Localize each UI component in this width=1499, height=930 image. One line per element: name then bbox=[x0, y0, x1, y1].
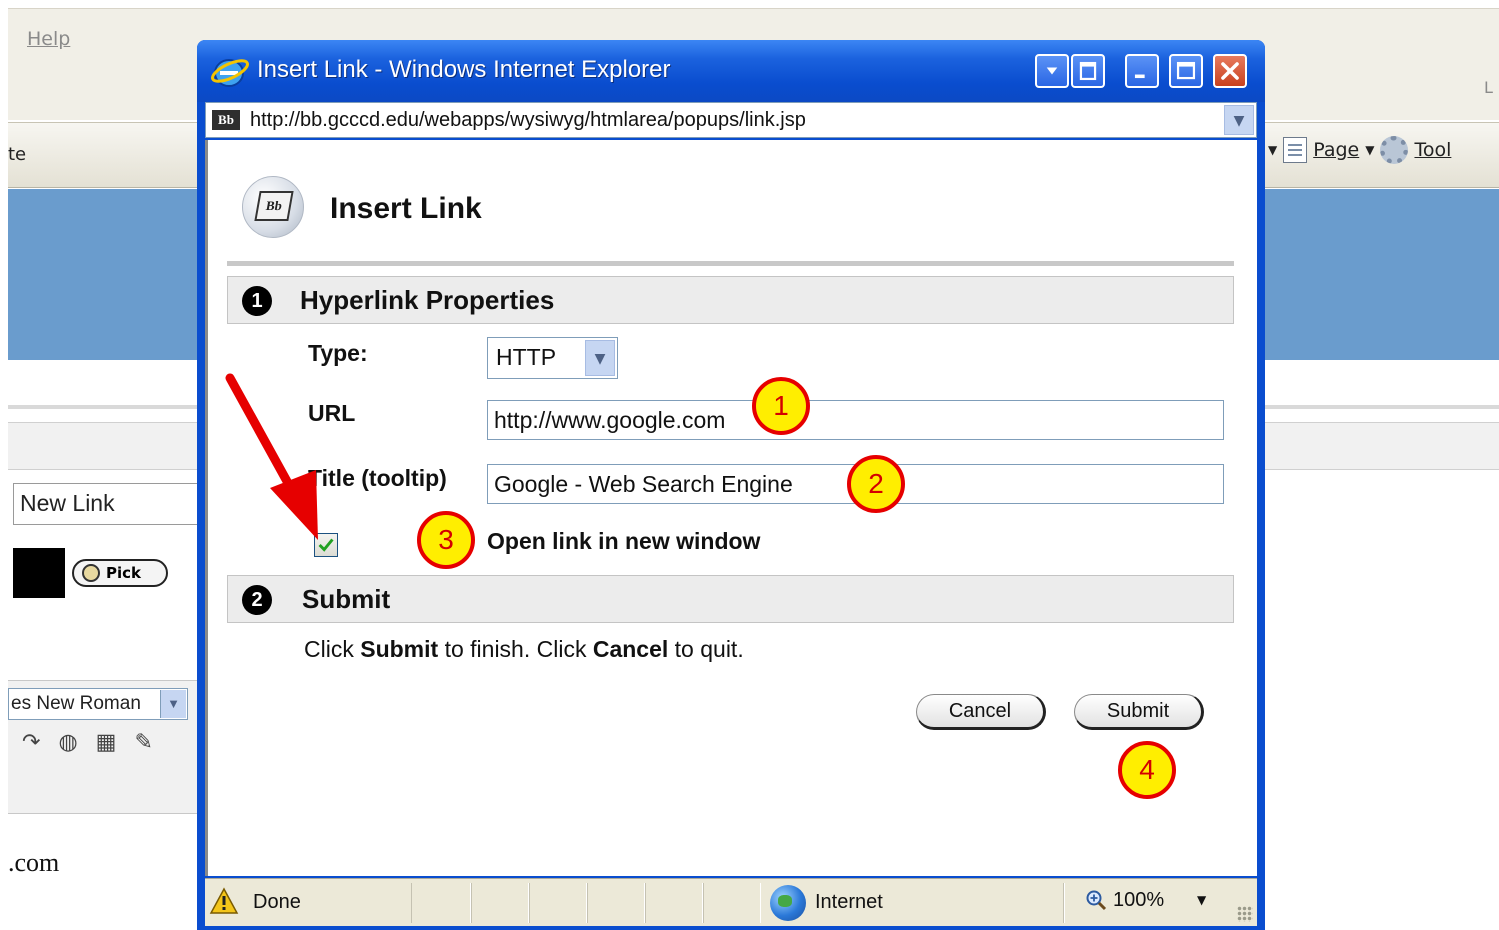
color-swatch[interactable] bbox=[13, 548, 65, 598]
chevron-down-icon[interactable]: ▼ bbox=[1268, 143, 1277, 157]
background-tab-partial[interactable]: te bbox=[8, 144, 26, 165]
url-input[interactable]: http://www.google.com bbox=[487, 400, 1224, 440]
tools-menu-button[interactable]: Tool bbox=[1414, 139, 1451, 161]
step-submit: 2 Submit bbox=[227, 575, 1234, 623]
maximize-button[interactable] bbox=[1169, 54, 1203, 88]
instruction-text: to quit. bbox=[668, 636, 744, 662]
window-title: Insert Link - Windows Internet Explorer bbox=[257, 56, 671, 83]
font-family-value: es New Roman bbox=[11, 693, 141, 714]
window-icon bbox=[1079, 61, 1097, 81]
step-hyperlink-properties: 1 Hyperlink Properties bbox=[227, 276, 1234, 324]
step-number-1: 1 bbox=[242, 286, 272, 316]
minimize-button[interactable] bbox=[1125, 54, 1159, 88]
page-menu-button[interactable]: Page bbox=[1313, 139, 1359, 161]
internet-zone-globe-icon bbox=[770, 885, 806, 921]
security-zone-text: Internet bbox=[815, 891, 883, 913]
instruction-cancel-word: Cancel bbox=[592, 636, 669, 662]
status-text: Done bbox=[253, 891, 301, 913]
page-icon bbox=[1283, 137, 1308, 163]
insert-link-icon: Bb bbox=[242, 176, 304, 238]
menu-partial: L bbox=[1484, 78, 1493, 97]
instruction-text: to finish. Click bbox=[438, 636, 593, 662]
table-icon[interactable]: ▦ bbox=[96, 730, 117, 755]
warning-icon[interactable] bbox=[209, 887, 239, 915]
type-select-value: HTTP bbox=[496, 344, 557, 370]
annotation-badge-1: 1 bbox=[752, 377, 810, 435]
chevron-down-icon[interactable]: ▼ bbox=[1224, 105, 1254, 135]
window-titlebar[interactable]: Insert Link - Windows Internet Explorer bbox=[197, 40, 1265, 102]
cancel-button[interactable]: Cancel bbox=[916, 694, 1046, 730]
redo-icon[interactable]: ↷ bbox=[22, 730, 40, 755]
maximize-icon bbox=[1176, 61, 1196, 80]
chevron-down-icon[interactable]: ▼ bbox=[1197, 893, 1206, 907]
type-select[interactable]: HTTP ▼ bbox=[487, 337, 618, 379]
step-title: Submit bbox=[302, 584, 391, 614]
window-restore-small-button[interactable] bbox=[1071, 54, 1105, 88]
chevron-down-icon[interactable]: ▼ bbox=[585, 340, 615, 376]
link-globe-icon[interactable]: ◍ bbox=[58, 730, 77, 755]
instruction-submit-word: Submit bbox=[360, 636, 439, 662]
step-title: Hyperlink Properties bbox=[300, 285, 555, 315]
zoom-level[interactable]: 100% bbox=[1113, 889, 1164, 912]
menu-help[interactable]: Help bbox=[27, 28, 70, 50]
font-family-select[interactable]: es New Roman ▼ bbox=[8, 688, 188, 720]
link-text-input[interactable]: New Link bbox=[13, 483, 213, 525]
resize-grip-icon[interactable] bbox=[1237, 906, 1253, 922]
open-new-window-label: Open link in new window bbox=[487, 528, 761, 554]
submit-button[interactable]: Submit bbox=[1074, 694, 1204, 730]
type-label: Type: bbox=[308, 340, 368, 366]
pick-color-button[interactable]: Pick bbox=[72, 559, 168, 587]
close-button[interactable] bbox=[1213, 54, 1247, 88]
annotation-badge-2: 2 bbox=[847, 455, 905, 513]
status-cell bbox=[411, 883, 471, 923]
annotation-badge-3: 3 bbox=[417, 511, 475, 569]
chevron-down-icon[interactable]: ▼ bbox=[1365, 143, 1374, 157]
minimize-icon bbox=[1134, 74, 1145, 79]
annotation-badge-4: 4 bbox=[1118, 741, 1176, 799]
status-bar: Done Internet 100% ▼ bbox=[205, 878, 1257, 926]
status-cell bbox=[703, 883, 761, 923]
status-cell bbox=[529, 883, 587, 923]
chevron-down-icon[interactable]: ▼ bbox=[160, 690, 186, 718]
status-cell bbox=[645, 883, 703, 923]
window-menu-button[interactable] bbox=[1035, 54, 1069, 88]
gear-icon bbox=[1380, 136, 1409, 164]
step-number-2: 2 bbox=[242, 585, 272, 615]
dialog-content: Bb Insert Link 1 Hyperlink Properties Ty… bbox=[205, 140, 1257, 876]
address-bar[interactable]: Bb http://bb.gcccd.edu/webapps/wysiwyg/h… bbox=[205, 102, 1257, 138]
address-url[interactable]: http://bb.gcccd.edu/webapps/wysiwyg/html… bbox=[250, 109, 806, 132]
pencil-icon[interactable]: ✎ bbox=[134, 730, 152, 755]
submit-instructions: Click Submit to finish. Click Cancel to … bbox=[304, 636, 744, 663]
zoom-magnifier-icon[interactable] bbox=[1085, 889, 1107, 911]
close-icon bbox=[1221, 62, 1239, 80]
pick-button-label: Pick bbox=[106, 564, 142, 582]
editor-icon-row: ↷ ◍ ▦ ✎ bbox=[22, 730, 153, 755]
editor-content-partial: .com bbox=[8, 848, 60, 877]
annotation-arrow-icon bbox=[225, 373, 318, 540]
status-cell bbox=[587, 883, 645, 923]
palette-icon bbox=[82, 564, 100, 582]
status-cell bbox=[1063, 883, 1065, 923]
menu-dropdown-icon bbox=[1046, 67, 1058, 75]
blackboard-favicon-icon: Bb bbox=[212, 110, 240, 130]
page-title: Insert Link bbox=[330, 192, 482, 225]
insert-link-window: Insert Link - Windows Internet Explorer … bbox=[197, 40, 1265, 930]
blackboard-logo-icon: Bb bbox=[254, 191, 294, 221]
toolbar-page-tools: ▼ Page ▼ Tool bbox=[1268, 136, 1451, 164]
divider bbox=[227, 261, 1234, 266]
internet-explorer-icon bbox=[211, 59, 249, 87]
instruction-text: Click bbox=[304, 636, 361, 662]
status-cell bbox=[471, 883, 529, 923]
